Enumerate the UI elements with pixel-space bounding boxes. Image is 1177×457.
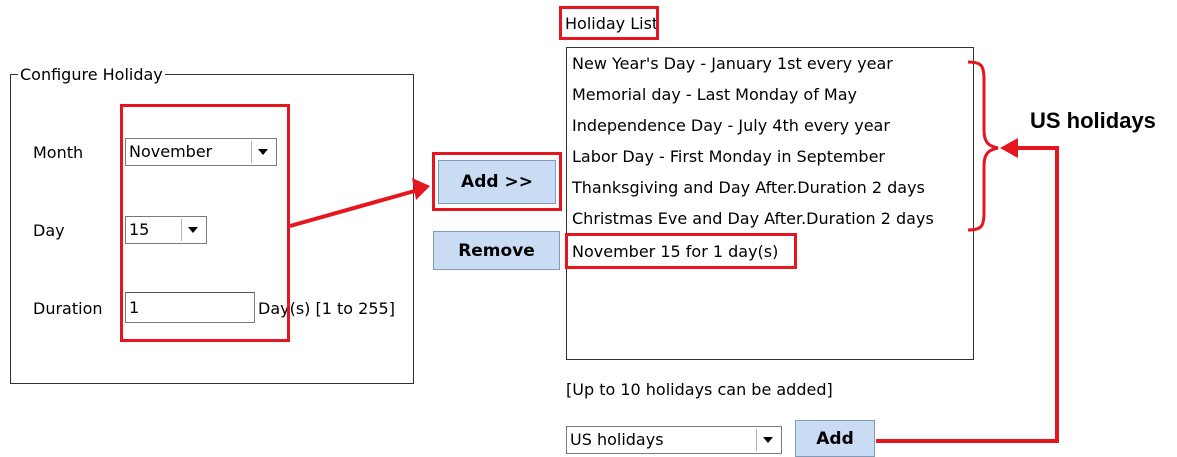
arrow-head-icon (1000, 138, 1018, 158)
arrow-head-icon (412, 178, 430, 200)
annotation-arrows (289, 60, 1059, 443)
arrow-to-add (289, 188, 419, 228)
us-holidays-brace (967, 60, 999, 232)
preset-connector-line (876, 146, 1059, 443)
